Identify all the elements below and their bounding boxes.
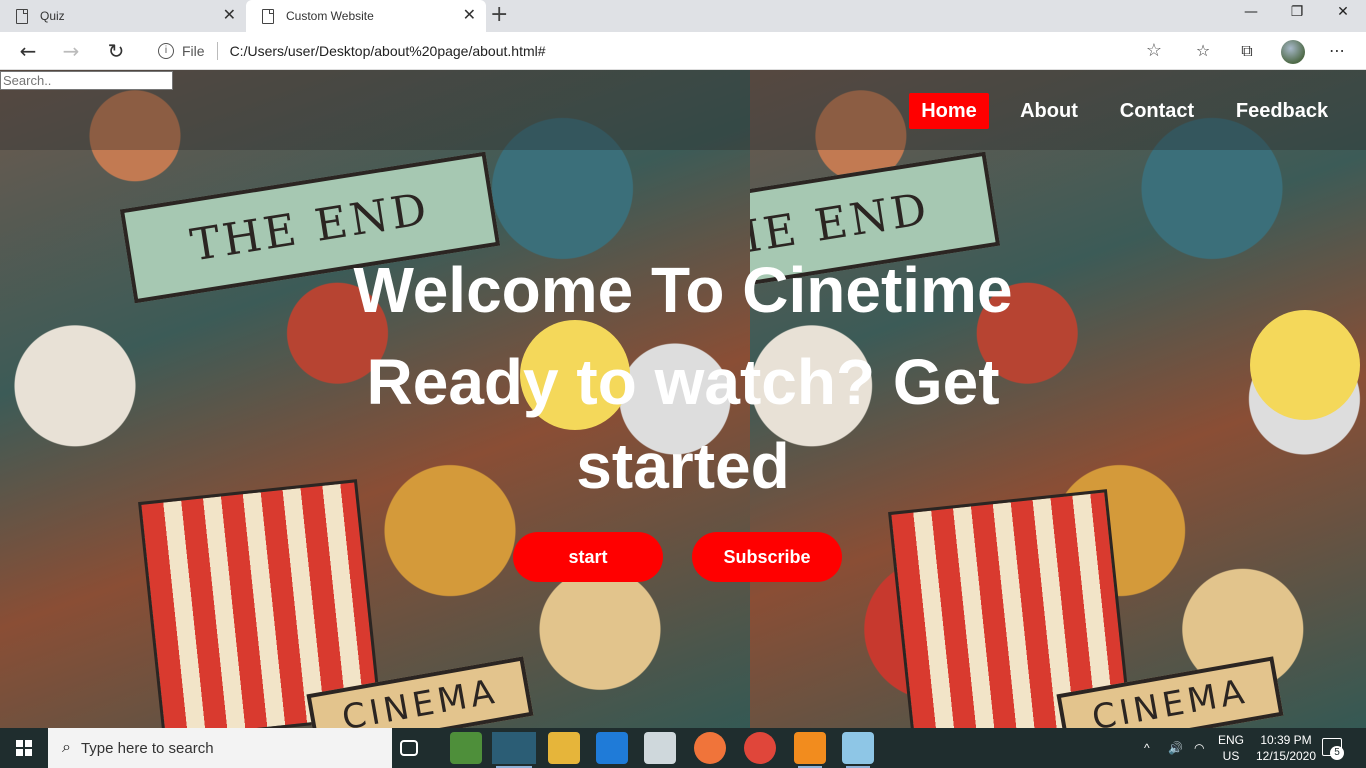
- edge-app-icon[interactable]: [492, 732, 536, 768]
- taskbar-search[interactable]: ⌕ Type here to search: [48, 728, 392, 768]
- web-page: THE END CINEMA THE END CINEMA Home About…: [0, 70, 1366, 728]
- tab-strip: Quiz ✕ Custom Website ✕ + — ❐ ✕: [0, 0, 1366, 32]
- scheme-label: File: [182, 43, 205, 59]
- subscribe-button[interactable]: Subscribe: [692, 532, 842, 582]
- notification-badge: 5: [1330, 746, 1344, 760]
- profile-avatar[interactable]: [1281, 40, 1305, 64]
- taskbar-search-placeholder: Type here to search: [80, 739, 214, 757]
- hero-title: Welcome To Cinetime: [353, 254, 1013, 326]
- tab-title: Custom Website: [286, 9, 374, 23]
- clock[interactable]: 10:39 PM 12/15/2020: [1250, 732, 1322, 764]
- favorites-icon[interactable]: ☆: [1192, 41, 1214, 63]
- url-field[interactable]: i File C:/Users/user/Desktop/about%20pag…: [146, 36, 1174, 66]
- forward-icon[interactable]: →: [57, 38, 85, 64]
- more-options-icon[interactable]: ⋯: [1326, 41, 1348, 63]
- new-tab-icon[interactable]: +: [490, 4, 508, 26]
- tab-quiz[interactable]: Quiz ✕: [0, 0, 246, 32]
- app-icon[interactable]: [842, 732, 874, 768]
- divider: [216, 42, 218, 60]
- tab-title: Quiz: [40, 9, 65, 23]
- refresh-icon[interactable]: ↻: [102, 38, 130, 64]
- address-bar: ← → ↻ i File C:/Users/user/Desktop/about…: [0, 32, 1366, 70]
- info-icon[interactable]: i: [158, 43, 174, 59]
- hero-subtitle: Ready to watch? Get started: [366, 346, 1000, 502]
- back-icon[interactable]: ←: [14, 38, 42, 64]
- close-icon[interactable]: ✕: [463, 8, 476, 24]
- page-icon: [262, 8, 274, 24]
- start-button[interactable]: [0, 728, 48, 768]
- collections-icon[interactable]: ⧉: [1236, 41, 1258, 63]
- volume-icon[interactable]: 🔊: [1168, 728, 1183, 768]
- task-view-icon[interactable]: [400, 740, 418, 756]
- start-button[interactable]: start: [513, 532, 663, 582]
- taskbar: ⌕ Type here to search ^ 🔊 ◠ ENG US 10:39…: [0, 728, 1366, 768]
- windows-icon: [16, 740, 32, 756]
- language-indicator[interactable]: ENG US: [1216, 732, 1246, 764]
- favorite-star-icon[interactable]: ☆: [1146, 40, 1162, 61]
- nav-about[interactable]: About: [1008, 93, 1090, 129]
- time-text: 10:39 PM: [1260, 733, 1312, 747]
- restore-icon[interactable]: ❐: [1274, 4, 1320, 28]
- nav-home[interactable]: Home: [909, 93, 989, 129]
- search-input[interactable]: [0, 71, 173, 90]
- background-decoration: [1250, 310, 1360, 420]
- chevron-up-icon[interactable]: ^: [1144, 728, 1150, 768]
- close-icon[interactable]: ✕: [223, 8, 236, 24]
- date-text: 12/15/2020: [1255, 749, 1317, 763]
- mail-app-icon[interactable]: [596, 732, 628, 764]
- page-icon: [16, 8, 28, 24]
- nav-feedback[interactable]: Feedback: [1226, 93, 1338, 129]
- tab-custom-website[interactable]: Custom Website ✕: [246, 0, 486, 32]
- language-code: ENG: [1217, 733, 1244, 747]
- nav-contact[interactable]: Contact: [1110, 93, 1204, 129]
- firefox-app-icon[interactable]: [694, 732, 726, 764]
- minimize-icon[interactable]: —: [1228, 4, 1274, 28]
- sublime-app-icon[interactable]: [794, 732, 826, 768]
- region-code: US: [1222, 749, 1240, 763]
- wifi-icon[interactable]: ◠: [1194, 728, 1204, 768]
- store-app-icon[interactable]: [644, 732, 676, 764]
- file-explorer-icon[interactable]: [548, 732, 580, 764]
- search-icon: ⌕: [62, 739, 71, 756]
- chrome-app-icon[interactable]: [744, 732, 776, 764]
- close-window-icon[interactable]: ✕: [1320, 4, 1366, 28]
- notepad-app-icon[interactable]: [450, 732, 482, 764]
- url-text[interactable]: C:/Users/user/Desktop/about%20page/about…: [230, 43, 546, 59]
